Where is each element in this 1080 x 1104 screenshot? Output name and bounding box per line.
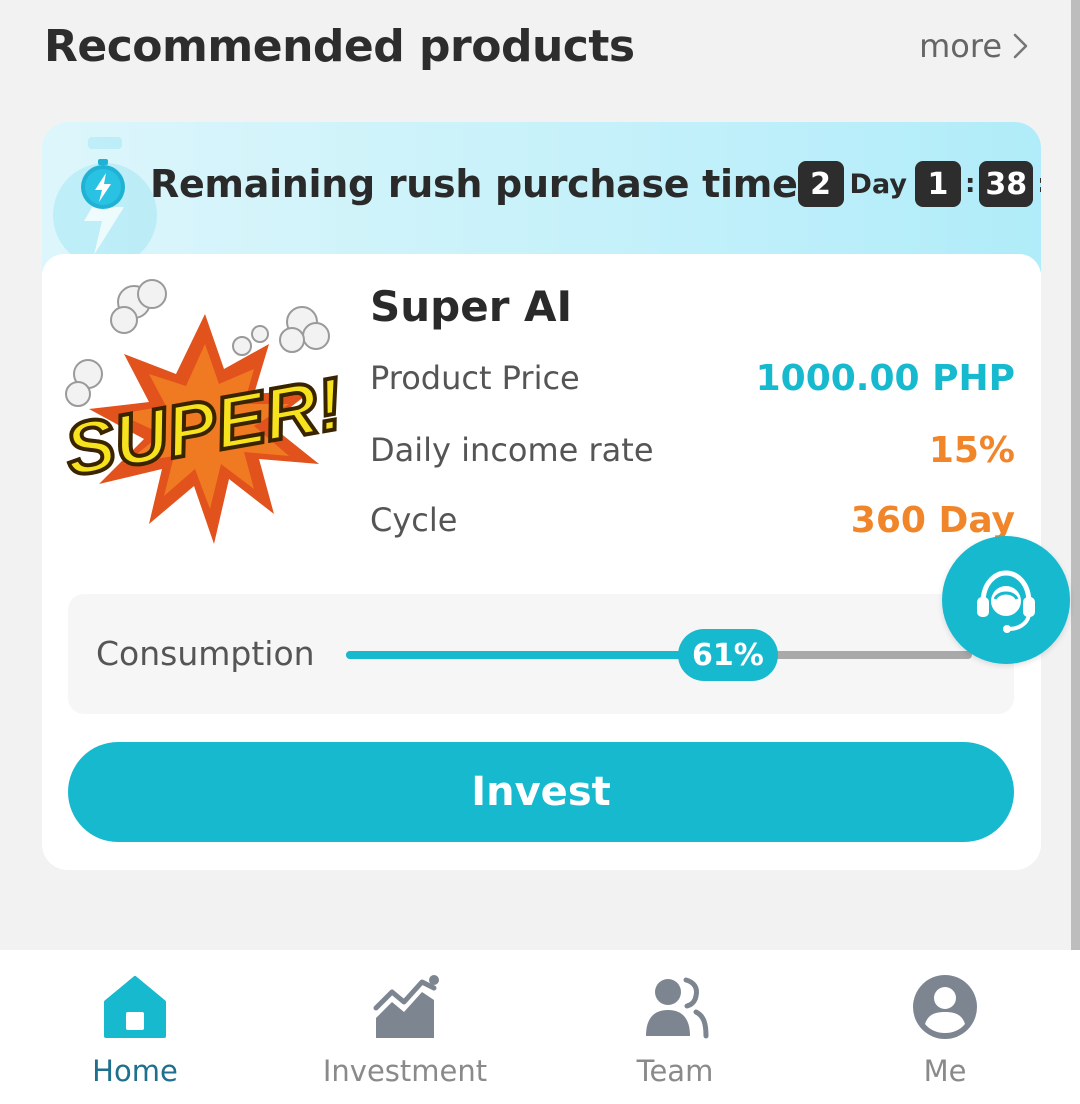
- countdown-day-label: Day: [849, 168, 907, 200]
- consumption-percent-badge: 61%: [677, 629, 778, 681]
- section-header: Recommended products more: [44, 14, 1030, 78]
- nav-label-investment: Investment: [322, 1054, 488, 1088]
- nav-item-home[interactable]: Home: [0, 950, 270, 1104]
- stopwatch-icon: [81, 159, 125, 209]
- countdown-days: 2: [797, 161, 844, 207]
- consumption-label: Consumption: [96, 634, 315, 673]
- nav-label-home: Home: [92, 1054, 178, 1088]
- product-name: Super AI: [370, 282, 573, 331]
- product-image: SUPER!: [64, 279, 346, 544]
- cycle-value: 360 Day: [850, 499, 1015, 541]
- banner-row: Remaining rush purchase time 2 Day 1 : 3…: [76, 156, 1041, 212]
- chart-icon: [373, 975, 439, 1038]
- countdown-hours: 1: [914, 161, 961, 207]
- headset-agent-icon: [977, 570, 1035, 633]
- home-icon: [104, 976, 166, 1038]
- more-link[interactable]: more: [919, 27, 1030, 65]
- team-icon: [646, 977, 709, 1039]
- scrollbar[interactable]: [1071, 0, 1080, 950]
- info-row-price: Product Price 1000.00 PHP: [370, 356, 1015, 400]
- countdown: 2 Day 1 : 38 : 50: [797, 161, 1041, 207]
- countdown-separator: :: [1037, 169, 1041, 199]
- info-row-income: Daily income rate 15%: [370, 428, 1015, 472]
- consumption-progress-track: 61%: [346, 629, 972, 681]
- countdown-minutes: 38: [979, 161, 1034, 207]
- countdown-separator: :: [964, 169, 976, 199]
- nav-item-investment[interactable]: Investment: [270, 950, 540, 1104]
- banner-text: Remaining rush purchase time: [150, 162, 798, 206]
- nav-label-team: Team: [636, 1054, 714, 1088]
- income-rate-value: 15%: [928, 429, 1015, 471]
- price-value: 1000.00 PHP: [755, 357, 1015, 399]
- rush-banner: Remaining rush purchase time 2 Day 1 : 3…: [42, 122, 1041, 272]
- chevron-right-icon: [1013, 33, 1028, 59]
- more-label: more: [919, 27, 1002, 65]
- nav-item-team[interactable]: Team: [540, 950, 810, 1104]
- section-title: Recommended products: [44, 20, 635, 72]
- nav-item-me[interactable]: Me: [810, 950, 1080, 1104]
- bottom-nav: Home Investment Team Me: [0, 950, 1080, 1104]
- nav-label-me: Me: [923, 1054, 967, 1088]
- cycle-label: Cycle: [370, 501, 458, 539]
- price-label: Product Price: [370, 359, 580, 397]
- consumption-progress-fill: [346, 651, 728, 659]
- consumption-panel: Consumption 61%: [68, 594, 1014, 714]
- info-row-cycle: Cycle 360 Day: [370, 498, 1015, 542]
- user-icon: [913, 975, 977, 1039]
- invest-button[interactable]: Invest: [68, 742, 1014, 842]
- income-rate-label: Daily income rate: [370, 431, 654, 469]
- customer-support-button[interactable]: [942, 536, 1070, 664]
